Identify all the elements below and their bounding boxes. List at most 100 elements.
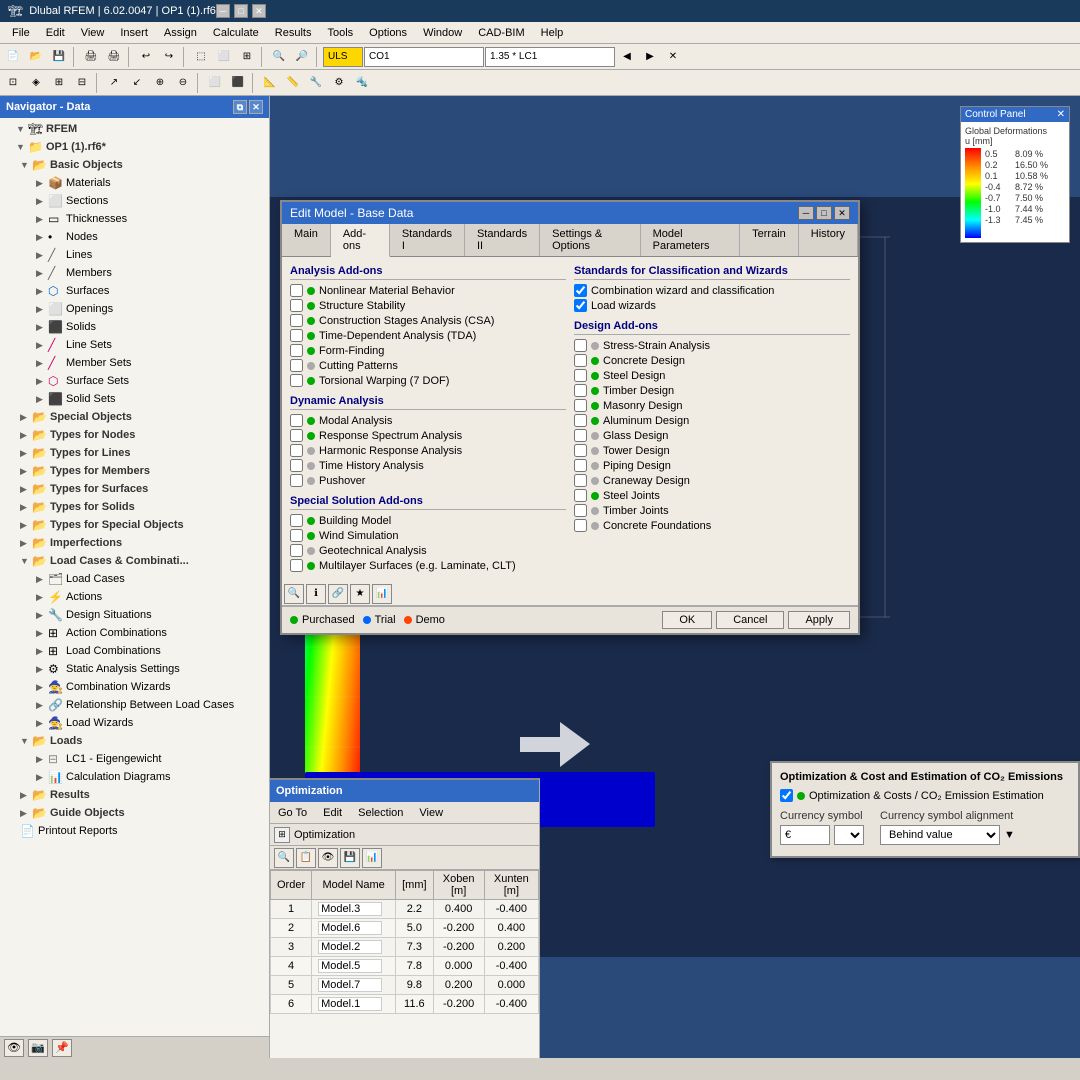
tb2-btn2[interactable]: ◈ [25, 72, 47, 94]
new-btn[interactable]: 📄 [2, 46, 24, 68]
tb2-btn7[interactable]: ⊕ [149, 72, 171, 94]
co-combo[interactable] [364, 47, 484, 67]
open-btn[interactable]: 📂 [25, 46, 47, 68]
tree-solid-sets[interactable]: ▶ ⬛ Solid Sets [0, 390, 269, 408]
tree-thicknesses[interactable]: ▶ ▭ Thicknesses [0, 210, 269, 228]
prev-btn[interactable]: ◀ [616, 46, 638, 68]
tree-types-special[interactable]: ▶ 📂 Types for Special Objects [0, 516, 269, 534]
menu-item-edit[interactable]: Edit [38, 25, 73, 41]
checkbox-wind-simulation[interactable] [290, 529, 303, 542]
tb2-btn1[interactable]: ⊡ [2, 72, 24, 94]
checkbox-tower-design[interactable] [574, 444, 587, 457]
modal-link-btn[interactable]: 🔗 [328, 584, 348, 604]
modal-close-btn[interactable]: ✕ [834, 206, 850, 220]
tree-basic-objects[interactable]: ▼ 📂 Basic Objects [0, 156, 269, 174]
checkbox-load-wizards[interactable] [574, 299, 587, 312]
maximize-btn[interactable]: □ [234, 4, 248, 18]
tree-sections[interactable]: ▶ ⬜ Sections [0, 192, 269, 210]
checkbox-masonry-design[interactable] [574, 399, 587, 412]
tb2-btn11[interactable]: 📐 [259, 72, 281, 94]
modal-tab-standards-ii[interactable]: Standards II [465, 224, 540, 256]
nav-float-btn[interactable]: ⧉ [233, 100, 247, 114]
checkbox-harmonic[interactable] [290, 444, 303, 457]
tree-load-combinations[interactable]: ▶ ⊞ Load Combinations [0, 642, 269, 660]
tb2-btn9[interactable]: ⬜ [204, 72, 226, 94]
opt-menu-item-selection[interactable]: Selection [354, 806, 407, 820]
currency-dropdown[interactable] [834, 825, 864, 845]
currency-input[interactable] [780, 825, 830, 845]
table-row[interactable]: 3 7.3 -0.200 0.200 [271, 938, 539, 957]
checkbox-timber-design[interactable] [574, 384, 587, 397]
lc-combo[interactable] [485, 47, 615, 67]
modal-minimize-btn[interactable]: ─ [798, 206, 814, 220]
nav-close-btn[interactable]: ✕ [249, 100, 263, 114]
select2-btn[interactable]: ⬜ [213, 46, 235, 68]
checkbox-csa[interactable] [290, 314, 303, 327]
menu-item-results[interactable]: Results [267, 25, 320, 41]
select3-btn[interactable]: ⊞ [236, 46, 258, 68]
tree-lines[interactable]: ▶ ╱ Lines [0, 246, 269, 264]
menu-item-window[interactable]: Window [415, 25, 470, 41]
tree-surface-sets[interactable]: ▶ ⬡ Surface Sets [0, 372, 269, 390]
table-btn4[interactable]: 💾 [340, 848, 360, 868]
menu-item-assign[interactable]: Assign [156, 25, 205, 41]
tree-special-objects[interactable]: ▶ 📂 Special Objects [0, 408, 269, 426]
undo-btn[interactable]: ↩ [135, 46, 157, 68]
tree-actions[interactable]: ▶ ⚡ Actions [0, 588, 269, 606]
table-row[interactable]: 4 7.8 0.000 -0.400 [271, 957, 539, 976]
tree-guide-objects[interactable]: ▶ 📂 Guide Objects [0, 804, 269, 822]
co2-checkbox[interactable] [780, 789, 793, 802]
tree-types-nodes[interactable]: ▶ 📂 Types for Nodes [0, 426, 269, 444]
table-btn3[interactable]: 👁 [318, 848, 338, 868]
basic-toggle[interactable]: ▼ [20, 160, 32, 170]
opt-menu-item-view[interactable]: View [415, 806, 447, 820]
modal-maximize-btn[interactable]: □ [816, 206, 832, 220]
checkbox-torsional[interactable] [290, 374, 303, 387]
tree-loads[interactable]: ▼ 📂 Loads [0, 732, 269, 750]
tb2-btn14[interactable]: ⚙ [328, 72, 350, 94]
tb2-btn8[interactable]: ⊖ [172, 72, 194, 94]
nav-pin-btn[interactable]: 📌 [52, 1039, 72, 1057]
tree-results[interactable]: ▶ 📂 Results [0, 786, 269, 804]
zoom2-btn[interactable]: 🔎 [291, 46, 313, 68]
tb2-btn3[interactable]: ⊞ [48, 72, 70, 94]
checkbox-building-model[interactable] [290, 514, 303, 527]
tb2-btn10[interactable]: ⬛ [227, 72, 249, 94]
checkbox-piping-design[interactable] [574, 459, 587, 472]
table-row[interactable]: 1 2.2 0.400 -0.400 [271, 900, 539, 919]
tree-types-solids[interactable]: ▶ 📂 Types for Solids [0, 498, 269, 516]
modal-tab-terrain[interactable]: Terrain [740, 224, 799, 256]
checkbox-steel-joints[interactable] [574, 489, 587, 502]
tree-calc-diagrams[interactable]: ▶ 📊 Calculation Diagrams [0, 768, 269, 786]
tree-nodes[interactable]: ▶ • Nodes [0, 228, 269, 246]
checkbox-structure-stability[interactable] [290, 299, 303, 312]
checkbox-craneway-design[interactable] [574, 474, 587, 487]
checkbox-form-finding[interactable] [290, 344, 303, 357]
modal-chart-btn[interactable]: 📊 [372, 584, 392, 604]
tree-load-cases-comb[interactable]: ▼ 📂 Load Cases & Combinati... [0, 552, 269, 570]
tree-member-sets[interactable]: ▶ ╱ Member Sets [0, 354, 269, 372]
checkbox-glass-design[interactable] [574, 429, 587, 442]
opt-menu-item-go-to[interactable]: Go To [274, 806, 311, 820]
ok-button[interactable]: OK [662, 611, 712, 629]
table-row[interactable]: 6 11.6 -0.200 -0.400 [271, 995, 539, 1014]
print2-btn[interactable]: 🖨 [103, 46, 125, 68]
tb2-btn12[interactable]: 📏 [282, 72, 304, 94]
menu-item-options[interactable]: Options [361, 25, 415, 41]
checkbox-concrete-design[interactable] [574, 354, 587, 367]
menu-item-view[interactable]: View [73, 25, 113, 41]
menu-item-insert[interactable]: Insert [112, 25, 156, 41]
uls-combo[interactable] [323, 47, 363, 67]
close-btn[interactable]: ✕ [252, 4, 266, 18]
table-btn1[interactable]: 🔍 [274, 848, 294, 868]
tree-imperfections[interactable]: ▶ 📂 Imperfections [0, 534, 269, 552]
control-panel-close[interactable]: ✕ [1057, 109, 1065, 120]
menu-item-help[interactable]: Help [533, 25, 572, 41]
menu-item-tools[interactable]: Tools [319, 25, 361, 41]
checkbox-tda[interactable] [290, 329, 303, 342]
minimize-btn[interactable]: ─ [216, 4, 230, 18]
modal-tab-model-parameters[interactable]: Model Parameters [641, 224, 741, 256]
tree-static-analysis[interactable]: ▶ ⚙ Static Analysis Settings [0, 660, 269, 678]
checkbox-steel-design[interactable] [574, 369, 587, 382]
print-btn[interactable]: 🖨 [80, 46, 102, 68]
